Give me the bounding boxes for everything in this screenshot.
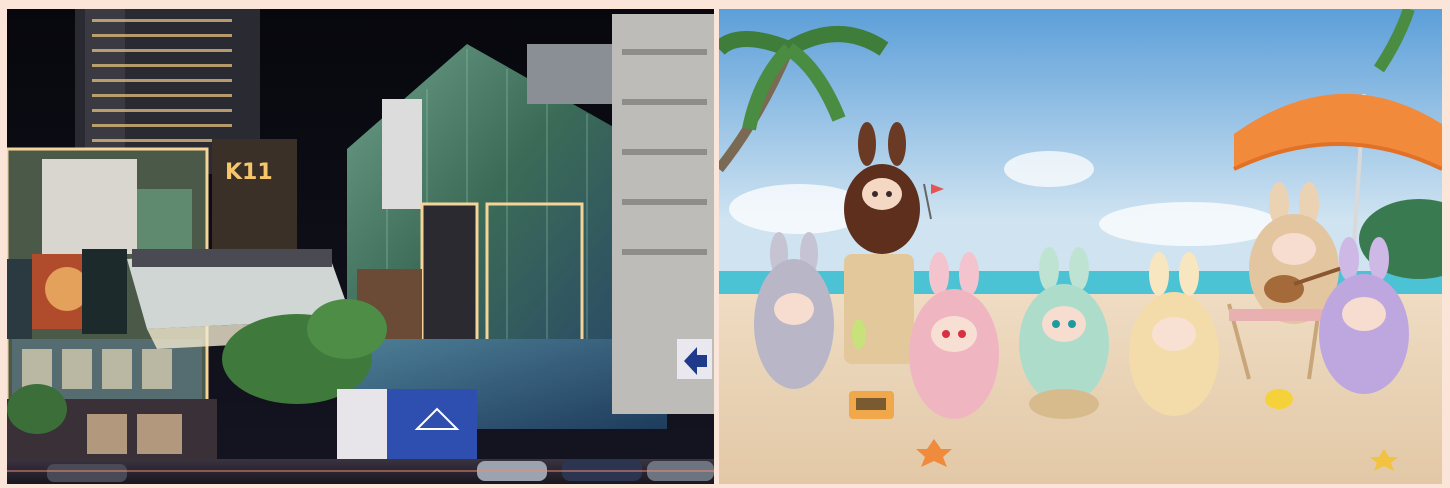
k11-block: K11 bbox=[212, 139, 297, 249]
right-building bbox=[612, 14, 714, 414]
beach-figures-photo bbox=[719, 9, 1442, 484]
beach-scene bbox=[719, 9, 1442, 484]
city-mall-photo: K11 bbox=[7, 9, 714, 484]
sand-pile bbox=[1029, 389, 1099, 419]
rubber-duck bbox=[1265, 389, 1293, 409]
city-mall-scene: K11 bbox=[7, 9, 714, 484]
k11-sign: K11 bbox=[225, 160, 273, 185]
sandcastle bbox=[844, 254, 914, 364]
